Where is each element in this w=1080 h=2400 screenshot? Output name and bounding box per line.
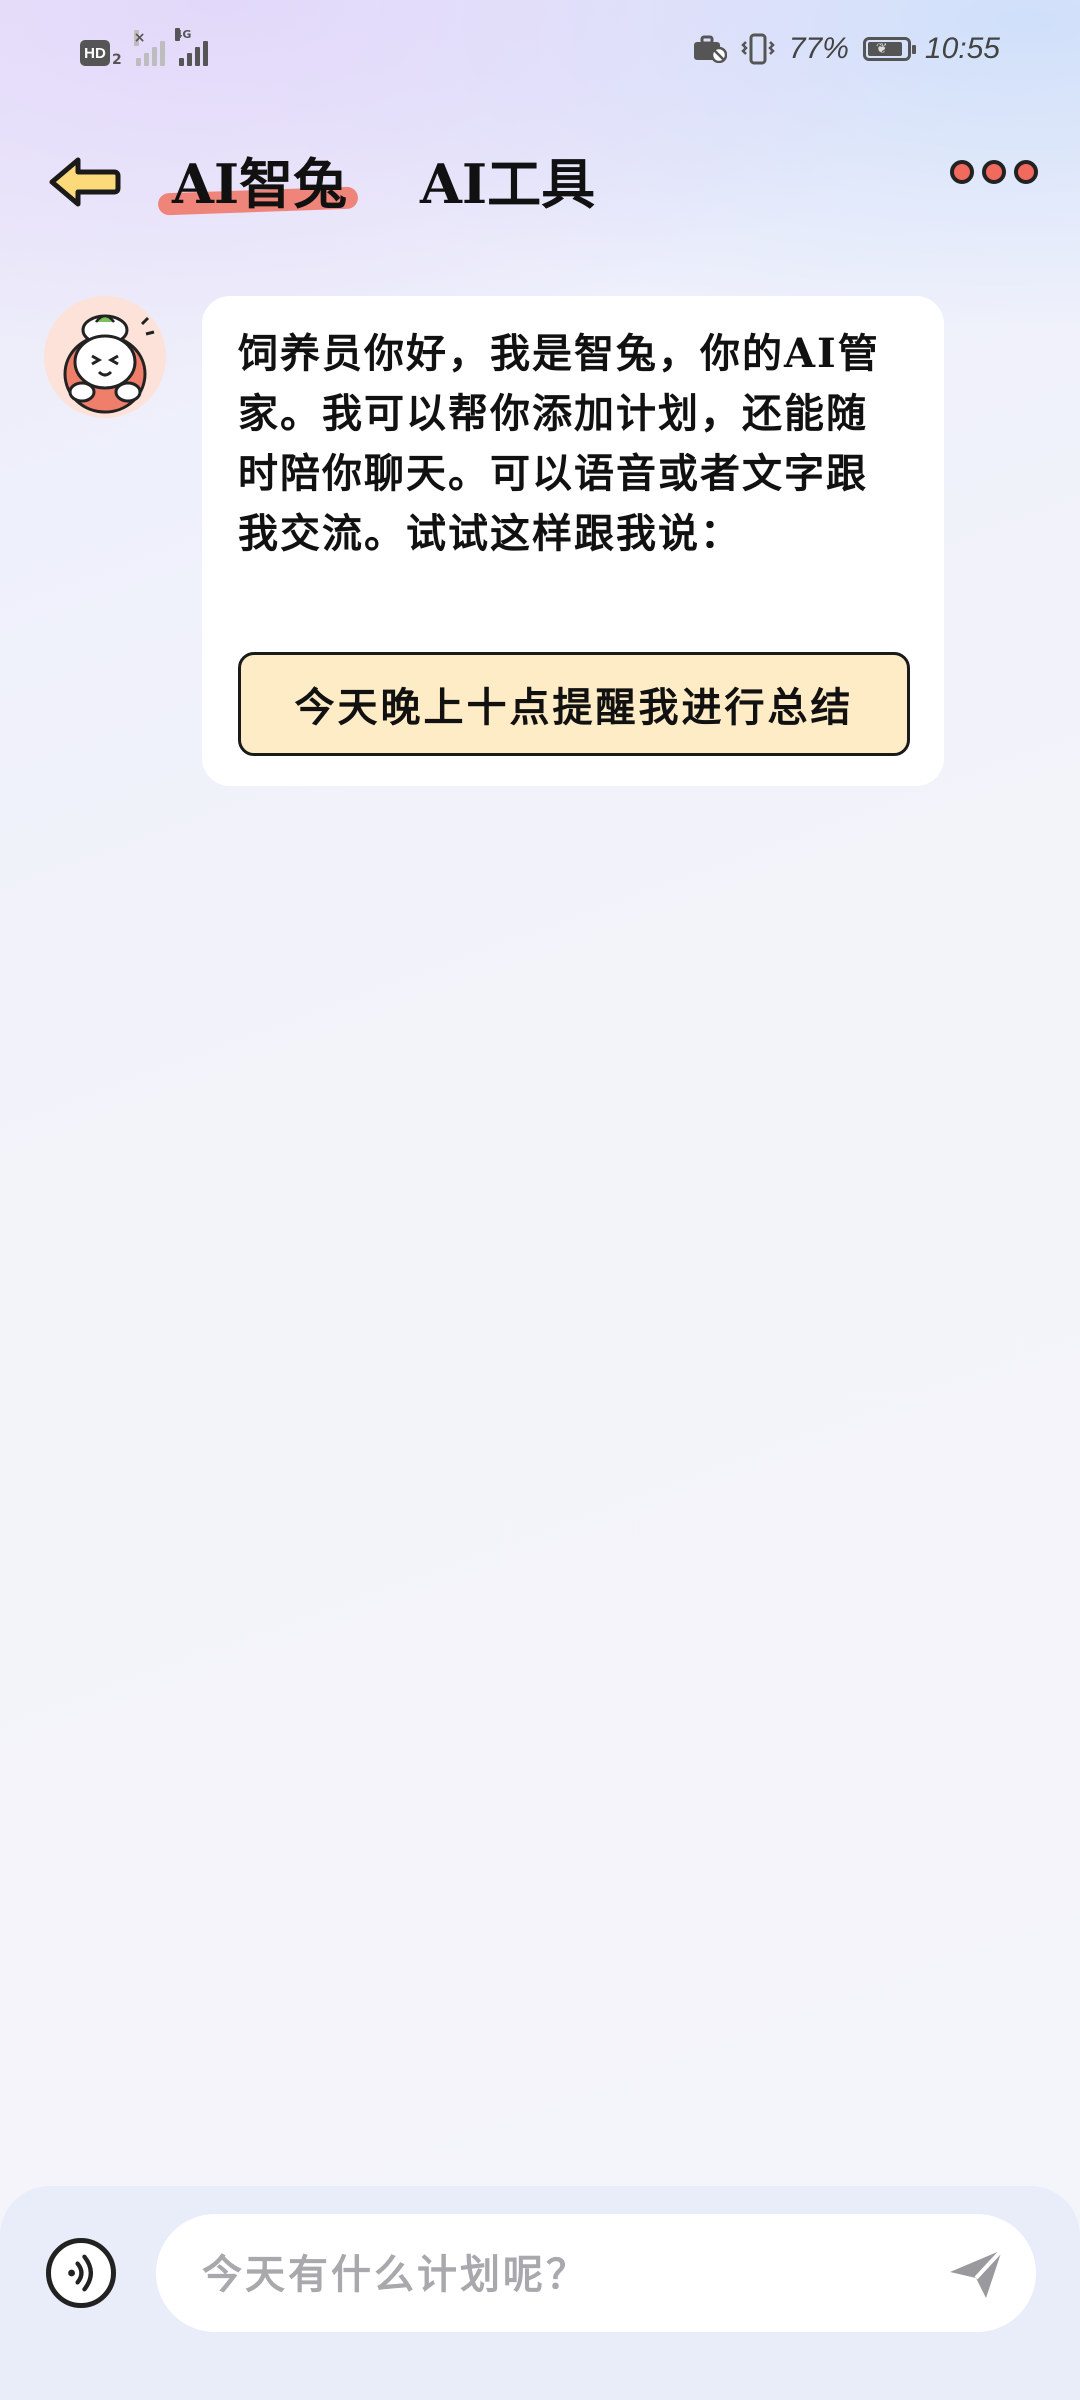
signal-4g-icon: 4G xyxy=(174,28,208,66)
input-bar xyxy=(0,2186,1080,2400)
battery-percent: 77% xyxy=(788,32,849,65)
tab-ai-zhitu[interactable]: AI智兔 xyxy=(172,140,347,219)
tab-ai-zhitu-label: AI智兔 xyxy=(172,152,348,216)
more-dots-icon[interactable] xyxy=(950,160,1038,184)
top-nav: AI智兔 AI工具 xyxy=(0,130,1080,240)
suggestion-chip[interactable]: 今天晚上十点提醒我进行总结 xyxy=(238,652,910,756)
assistant-message-bubble: 饲养员你好，我是智兔，你的AI管家。我可以帮你添加计划，还能随时陪你聊天。可以语… xyxy=(202,296,944,786)
more-dot xyxy=(950,160,974,184)
hd-sub-label: 2 xyxy=(112,52,122,68)
status-right: 77% ❦ 10:55 xyxy=(693,32,1000,66)
battery-icon: ❦ xyxy=(862,37,916,61)
tab-ai-tools[interactable]: AI工具 xyxy=(420,140,595,219)
work-profile-icon xyxy=(693,35,727,63)
voice-icon[interactable] xyxy=(46,2238,116,2308)
vibrate-icon xyxy=(741,33,775,65)
network-type-label: 4G xyxy=(174,28,192,41)
rabbit-avatar-icon xyxy=(44,296,166,418)
arrow-left-icon[interactable] xyxy=(44,142,124,222)
more-dot xyxy=(982,160,1006,184)
clock: 10:55 xyxy=(924,32,1000,65)
assistant-message-text: 饲养员你好，我是智兔，你的AI管家。我可以帮你添加计划，还能随时陪你聊天。可以语… xyxy=(238,330,880,557)
tab-ai-tools-label: AI工具 xyxy=(420,152,596,216)
send-icon[interactable] xyxy=(946,2244,1006,2304)
message-input[interactable] xyxy=(200,2214,904,2334)
status-bar: HD 2 × 4G 77% ❦ 10:55 xyxy=(0,0,1080,110)
signal-icon: × xyxy=(133,30,165,66)
status-left: HD 2 × 4G xyxy=(80,28,208,68)
hd-icon: HD xyxy=(80,40,110,66)
message-input-container xyxy=(156,2214,1036,2334)
more-dot xyxy=(1014,160,1038,184)
